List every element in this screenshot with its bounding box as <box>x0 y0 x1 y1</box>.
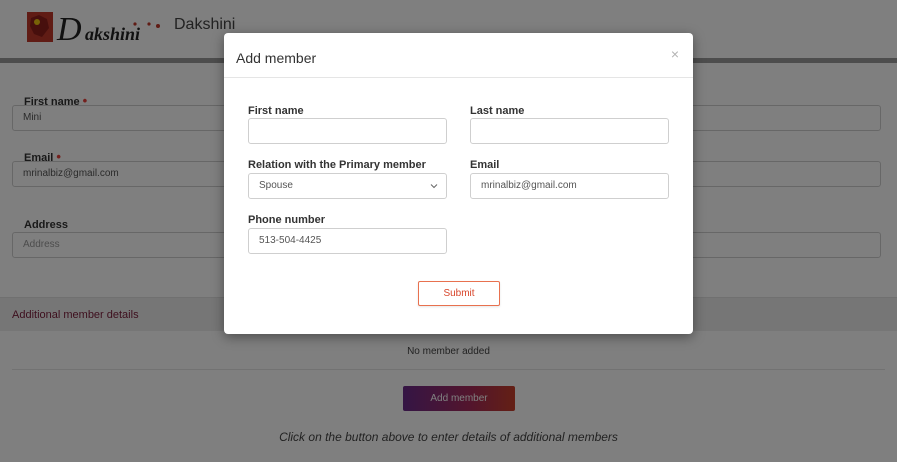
modal-email-label: Email <box>470 159 500 171</box>
modal-header-divider <box>224 77 693 78</box>
modal-title: Add member <box>236 50 317 66</box>
modal-last-name-input[interactable] <box>470 118 669 144</box>
modal-first-name-input[interactable] <box>248 118 447 144</box>
phone-input[interactable]: 513-504-4425 <box>248 228 447 254</box>
chevron-down-icon <box>430 184 438 189</box>
relation-label: Relation with the Primary member <box>248 159 426 171</box>
add-member-modal: Add member × First name Last name Relati… <box>224 33 693 334</box>
relation-value: Spouse <box>259 180 293 191</box>
close-icon[interactable]: × <box>671 46 679 62</box>
phone-label: Phone number <box>248 214 326 226</box>
modal-email-value: mrinalbiz@gmail.com <box>481 180 577 191</box>
modal-first-name-label: First name <box>248 105 304 117</box>
submit-button[interactable]: Submit <box>418 281 500 306</box>
relation-select[interactable]: Spouse <box>248 173 447 199</box>
modal-last-name-label: Last name <box>470 105 525 117</box>
phone-value: 513-504-4425 <box>259 235 322 246</box>
modal-email-input[interactable]: mrinalbiz@gmail.com <box>470 173 669 199</box>
